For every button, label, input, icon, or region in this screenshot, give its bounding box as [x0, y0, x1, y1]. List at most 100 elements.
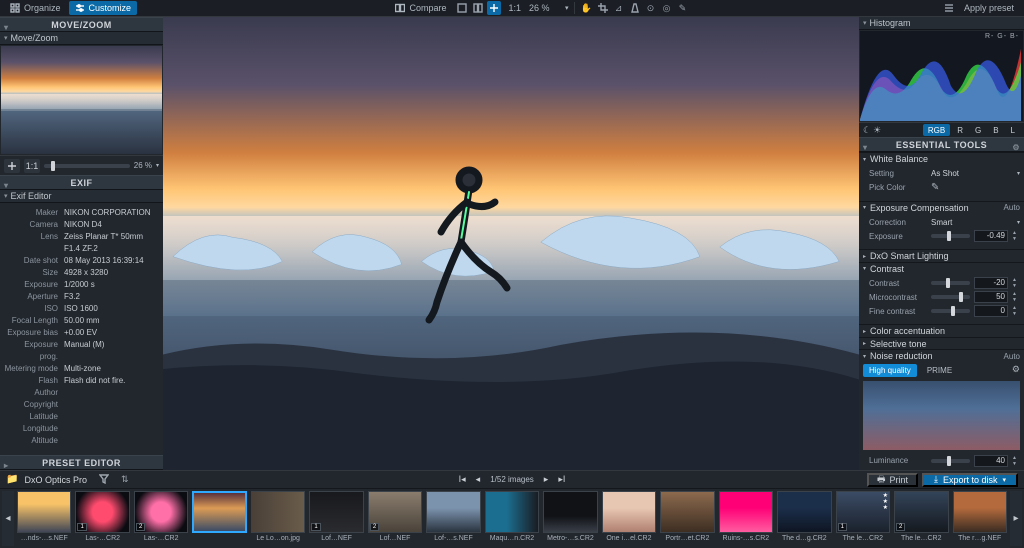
nav-last-icon[interactable]: ▸I	[558, 474, 565, 485]
fine-slider[interactable]	[931, 309, 970, 313]
exif-editor-subheader[interactable]: ▾ Exif Editor	[0, 190, 163, 203]
thumbnail-frame[interactable]	[660, 491, 714, 533]
auto-label[interactable]: Auto	[1004, 352, 1020, 361]
fine-stepper[interactable]: ▲▼	[1012, 305, 1020, 317]
thumbnail-item[interactable]: 1Lof…NEF	[309, 491, 363, 546]
zoom-fit-mini-button[interactable]	[4, 159, 20, 173]
brush-tool-icon[interactable]: ✎	[676, 1, 690, 15]
thumbnail-frame[interactable]	[251, 491, 305, 533]
exposure-stepper[interactable]: ▲▼	[1012, 230, 1020, 242]
channel-b[interactable]: B	[988, 124, 1003, 136]
apply-preset-button[interactable]: Apply preset	[958, 1, 1020, 15]
expcomp-header[interactable]: ▾Exposure CompensationAuto	[859, 201, 1024, 214]
exposure-value[interactable]: -0.49	[974, 230, 1008, 242]
thumbnail-frame[interactable]	[777, 491, 831, 533]
thumbnail-item[interactable]: The r…g.NEF	[953, 491, 1007, 546]
contrast-header[interactable]: ▾Contrast	[859, 262, 1024, 275]
view-single-icon[interactable]	[455, 1, 469, 15]
nav-next-icon[interactable]: ▸	[544, 474, 549, 485]
gear-icon[interactable]: ⚙	[1012, 140, 1020, 155]
redeye-tool-icon[interactable]: ◎	[660, 1, 674, 15]
collapse-icon[interactable]: ▾	[4, 178, 9, 193]
channel-g[interactable]: G	[970, 124, 986, 136]
thumbnail-frame[interactable]: 1	[75, 491, 129, 533]
thumbnail-item[interactable]: Metro-…s.CR2	[543, 491, 597, 546]
move-zoom-subheader[interactable]: ▾ Move/Zoom	[0, 32, 163, 45]
crop-tool-icon[interactable]	[596, 1, 610, 15]
zoom-slider[interactable]	[44, 164, 130, 168]
scroll-left-button[interactable]: ◂	[2, 491, 14, 546]
zoom-dropdown-mini-icon[interactable]: ▾	[156, 162, 159, 169]
noise-hq-button[interactable]: High quality	[863, 364, 917, 377]
noise-prime-button[interactable]: PRIME	[921, 364, 958, 377]
thumbnail-item[interactable]: Le Lo…on.jpg	[251, 491, 305, 546]
thumbnail-frame[interactable]	[543, 491, 597, 533]
histogram-header[interactable]: ▾ Histogram	[859, 17, 1024, 30]
compare-button[interactable]: Compare	[389, 1, 452, 15]
channel-r[interactable]: R	[952, 124, 968, 136]
sun-icon[interactable]: ☀	[873, 125, 881, 136]
thumbnail-item[interactable]: …nds-…s.NEF	[17, 491, 71, 546]
luminance-value[interactable]: 40	[974, 455, 1008, 467]
print-button[interactable]: 🖶 Print	[867, 473, 918, 487]
thumbnail-frame[interactable]: 2	[134, 491, 188, 533]
move-zoom-header[interactable]: ▾ MOVE/ZOOM	[0, 17, 163, 32]
thumbnail-frame[interactable]	[953, 491, 1007, 533]
thumbnail-frame[interactable]: 2	[368, 491, 422, 533]
noise-settings-icon[interactable]: ⚙	[1012, 364, 1020, 377]
thumbnail-frame[interactable]: 1★★★	[836, 491, 890, 533]
channel-l[interactable]: L	[1006, 124, 1020, 136]
thumbnail-item[interactable]: Maqu…n.CR2	[485, 491, 539, 546]
thumbnail-frame[interactable]: 1	[309, 491, 363, 533]
thumbnail-frame[interactable]	[719, 491, 773, 533]
thumbnail-item[interactable]: 2Las-…CR2	[134, 491, 188, 546]
noise-header[interactable]: ▾Noise reductionAuto	[859, 349, 1024, 362]
coloracc-header[interactable]: ▸Color accentuation	[859, 324, 1024, 337]
luminance-stepper[interactable]: ▲▼	[1012, 455, 1020, 467]
thumbnail-item[interactable]: 2The le…CR2	[894, 491, 948, 546]
thumbnail-frame[interactable]: 2	[894, 491, 948, 533]
expcomp-correction-value[interactable]: Smart	[931, 218, 952, 227]
essential-tools-header[interactable]: ▾ ESSENTIAL TOOLS ⚙	[859, 137, 1024, 152]
thumbnail-item[interactable]: 2Lof…NEF	[368, 491, 422, 546]
hand-tool-icon[interactable]: ✋	[580, 1, 594, 15]
contrast-stepper[interactable]: ▲▼	[1012, 277, 1020, 289]
zoom-1to1-mini-button[interactable]: 1:1	[24, 159, 40, 173]
nav-prev-icon[interactable]: ◂	[476, 474, 481, 485]
navigator-preview[interactable]	[1, 46, 162, 154]
thumbnail-frame[interactable]	[17, 491, 71, 533]
thumbnail-item[interactable]: Ruins-…s.CR2	[719, 491, 773, 546]
thumbnail-item[interactable]: 1Las-…CR2	[75, 491, 129, 546]
chevron-down-icon[interactable]: ▾	[863, 140, 868, 155]
thumbnail-frame[interactable]	[602, 491, 656, 533]
micro-slider[interactable]	[931, 295, 970, 299]
micro-stepper[interactable]: ▲▼	[1012, 291, 1020, 303]
dropdown-icon[interactable]: ▾	[1017, 219, 1020, 226]
perspective-tool-icon[interactable]	[628, 1, 642, 15]
micro-value[interactable]: 50	[974, 291, 1008, 303]
zoom-fit-icon[interactable]	[487, 1, 501, 15]
exif-header[interactable]: ▾ EXIF	[0, 175, 163, 190]
moon-icon[interactable]: ☾	[863, 125, 871, 136]
thumbnail-frame[interactable]	[426, 491, 480, 533]
wb-setting-value[interactable]: As Shot	[931, 169, 959, 178]
seltone-header[interactable]: ▸Selective tone	[859, 337, 1024, 350]
thumbnail-frame[interactable]	[485, 491, 539, 533]
contrast-slider[interactable]	[931, 281, 970, 285]
thumbnail-item[interactable]: Lof-…s.NEF	[426, 491, 480, 546]
nav-first-icon[interactable]: I◂	[459, 474, 466, 485]
filter-icon[interactable]	[99, 474, 109, 486]
fine-value[interactable]: 0	[974, 305, 1008, 317]
folder-icon[interactable]: 📁	[6, 474, 18, 485]
luminance-slider[interactable]	[931, 459, 970, 463]
contrast-value[interactable]: -20	[974, 277, 1008, 289]
thumbnail-item[interactable]: 1★★★The le…CR2	[836, 491, 890, 546]
view-split-icon[interactable]	[471, 1, 485, 15]
dropdown-icon[interactable]: ▾	[1017, 170, 1020, 177]
whitebalance-header[interactable]: ▾White Balance	[859, 152, 1024, 165]
customize-button[interactable]: Customize	[69, 1, 138, 15]
thumbnail-item[interactable]: The d…g.CR2	[777, 491, 831, 546]
preset-editor-header[interactable]: ▸ PRESET EDITOR	[0, 455, 163, 470]
zoom-1to1-button[interactable]: 1:1	[503, 1, 528, 15]
thumbnail-item[interactable]: One i…el.CR2	[602, 491, 656, 546]
